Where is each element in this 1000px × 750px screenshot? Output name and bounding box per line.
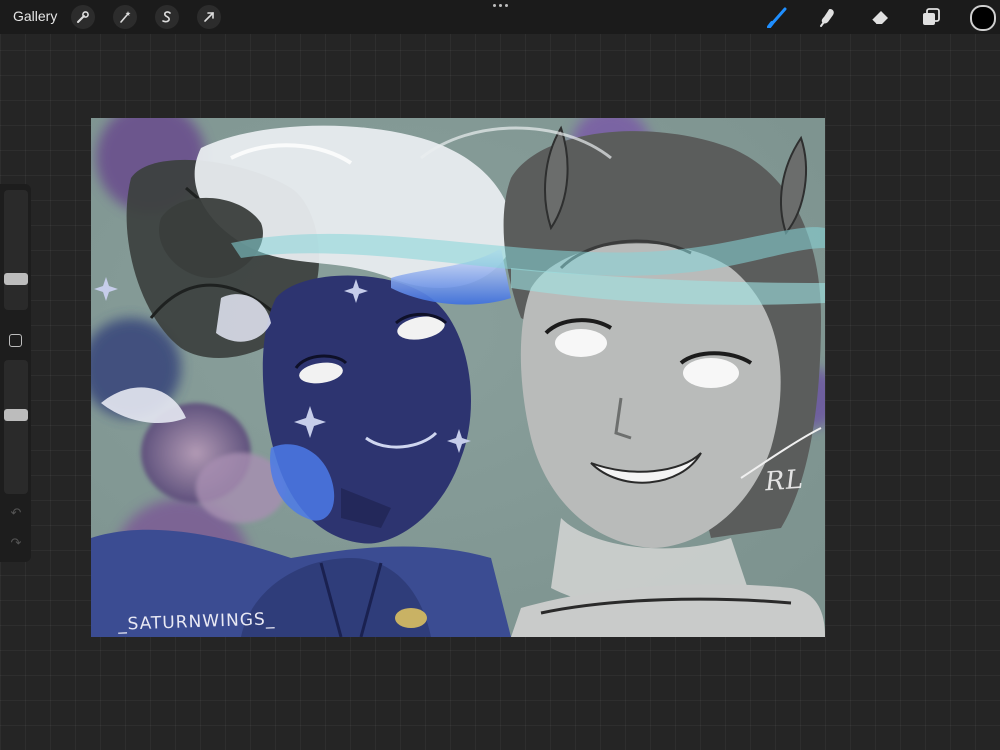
- smudge-tool-button[interactable]: [817, 5, 841, 29]
- modify-button[interactable]: [9, 334, 22, 347]
- dot-icon: [492, 4, 496, 7]
- adjustments-button[interactable]: [113, 5, 137, 29]
- smudge-icon: [820, 9, 834, 27]
- more-options-button[interactable]: [488, 4, 512, 12]
- eraser-tool-button[interactable]: [868, 5, 892, 29]
- brush-icon: [767, 7, 787, 28]
- brush-size-slider[interactable]: [4, 190, 28, 310]
- opacity-thumb[interactable]: [4, 409, 28, 421]
- eraser-icon: [871, 11, 888, 25]
- color-picker-swatch[interactable]: [970, 5, 996, 31]
- layers-button[interactable]: [919, 5, 943, 29]
- opacity-slider[interactable]: [4, 360, 28, 494]
- gallery-button[interactable]: Gallery: [13, 8, 57, 24]
- dot-icon: [498, 4, 502, 7]
- brush-tool-button[interactable]: [766, 5, 790, 29]
- arrow-cursor-icon: [204, 12, 214, 22]
- actions-button[interactable]: [71, 5, 95, 29]
- side-toolbar: ↶ ↷: [0, 184, 31, 562]
- artist-signature: RL: [764, 464, 805, 498]
- redo-arrow-icon: ↷: [10, 535, 22, 550]
- redo-button[interactable]: ↷: [8, 536, 24, 550]
- artwork-illustration: [91, 118, 825, 637]
- drawing-canvas[interactable]: [91, 118, 825, 637]
- wrench-icon: [77, 11, 89, 23]
- layers-icon: [923, 8, 940, 25]
- undo-arrow-icon: ↶: [10, 505, 22, 520]
- magic-wand-icon: [120, 11, 131, 23]
- selection-s-icon: [162, 11, 171, 23]
- procreate-app: Gallery ↶ ↷ RL _SATURNWINGS_: [0, 0, 1000, 750]
- undo-button[interactable]: ↶: [8, 506, 24, 520]
- top-toolbar: Gallery: [0, 0, 1000, 34]
- brush-size-thumb[interactable]: [4, 273, 28, 285]
- transform-button[interactable]: [197, 5, 221, 29]
- selection-button[interactable]: [155, 5, 179, 29]
- dot-icon: [504, 4, 508, 7]
